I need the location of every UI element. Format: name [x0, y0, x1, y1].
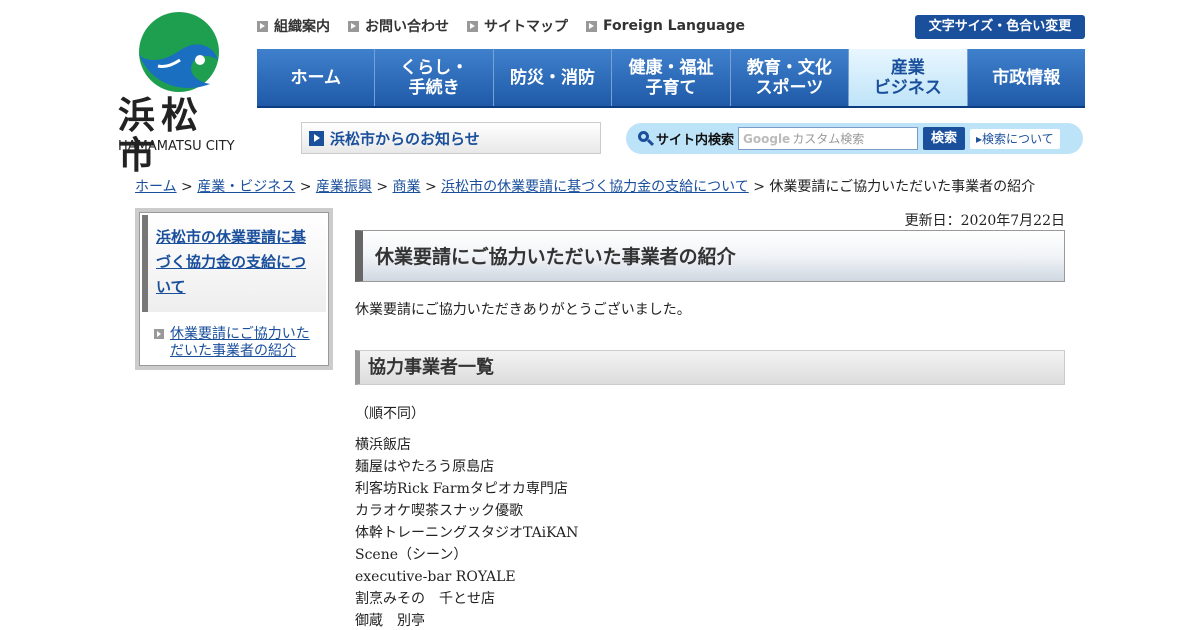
- breadcrumb-link-support[interactable]: 浜松市の休業要請に基づく協力金の支給について: [441, 179, 749, 195]
- site-search: サイト内検索 Google カスタム検索 検索 ▸検索について: [626, 123, 1083, 154]
- breadcrumb-current: 休業要請にご協力いただいた事業者の紹介: [769, 179, 1036, 195]
- search-button[interactable]: 検索: [923, 127, 966, 150]
- sidebar-title: 浜松市の休業要請に基づく協力金の支給について: [142, 215, 326, 312]
- list-item: 利客坊Rick Farmタピオカ専門店: [355, 481, 568, 497]
- list-item: カラオケ喫茶スナック優歌: [355, 503, 523, 519]
- global-nav: ホーム くらし・ 手続き 防災・消防 健康・福祉 子育て 教育・文化 スポーツ …: [257, 49, 1085, 108]
- list-item: 御蔵 別亭: [355, 613, 425, 629]
- breadcrumb-link-promotion[interactable]: 産業振興: [316, 179, 372, 195]
- intro-text: 休業要請にご協力いただきありがとうございました。: [355, 302, 691, 318]
- page-title: 休業要請にご協力いただいた事業者の紹介: [355, 230, 1065, 282]
- list-item: 麺屋はやたろう原島店: [355, 459, 495, 475]
- breadcrumb-separator: >: [753, 179, 765, 195]
- google-mark: Google: [743, 131, 791, 146]
- city-emblem-icon: [139, 12, 219, 92]
- sidebar-item-label[interactable]: 休業要請にご協力いただいた事業者の紹介: [170, 326, 320, 360]
- arrow-right-icon: [467, 20, 478, 32]
- arrow-right-icon: [348, 20, 359, 32]
- list-item: Scene（シーン）: [355, 547, 468, 563]
- search-label: サイト内検索: [656, 133, 735, 148]
- nav-health[interactable]: 健康・福祉 子育て: [612, 49, 731, 106]
- breadcrumb-separator: >: [181, 179, 193, 195]
- utility-links: 組織案内 お問い合わせ サイトマップ Foreign Language: [257, 16, 745, 36]
- notice-link[interactable]: 浜松市からのお知らせ: [301, 122, 601, 154]
- search-icon: [638, 130, 655, 147]
- list-item: executive-bar ROYALE: [355, 569, 516, 585]
- arrow-right-icon: [154, 329, 164, 339]
- sidebar-item[interactable]: 休業要請にご協力いただいた事業者の紹介: [140, 314, 328, 360]
- search-input[interactable]: Google カスタム検索: [738, 127, 919, 150]
- sidebar-title-link[interactable]: 浜松市の休業要請に基づく協力金の支給について: [156, 228, 306, 296]
- breadcrumb-separator: >: [424, 179, 437, 195]
- notice-label: 浜松市からのお知らせ: [330, 129, 480, 148]
- breadcrumb-separator: >: [376, 179, 389, 195]
- arrow-right-icon: [309, 130, 324, 146]
- order-note: （順不同）: [355, 406, 425, 422]
- breadcrumb-link-business[interactable]: 産業・ビジネス: [197, 179, 295, 195]
- breadcrumb-separator: >: [299, 179, 312, 195]
- city-name-english: HAMAMATSU CITY: [118, 139, 235, 154]
- util-link-label: 組織案内: [274, 19, 330, 35]
- section-title: 協力事業者一覧: [355, 350, 1065, 385]
- nav-education[interactable]: 教育・文化 スポーツ: [730, 49, 850, 106]
- util-link-contact[interactable]: お問い合わせ: [348, 16, 449, 36]
- nav-disaster[interactable]: 防災・消防: [493, 49, 613, 106]
- util-link-foreign-language[interactable]: Foreign Language: [586, 16, 745, 36]
- arrow-right-icon: [586, 20, 597, 32]
- nav-home[interactable]: ホーム: [257, 49, 376, 106]
- util-link-sitemap[interactable]: サイトマップ: [467, 16, 568, 36]
- arrow-right-icon: [257, 20, 268, 32]
- updated-date: 更新日：2020年7月22日: [904, 213, 1065, 229]
- search-about-link[interactable]: ▸検索について: [970, 128, 1060, 149]
- list-item: 横浜飯店: [355, 437, 411, 453]
- search-about-label: 検索について: [982, 131, 1054, 146]
- nav-living[interactable]: くらし・ 手続き: [375, 49, 494, 106]
- list-item: 体幹トレーニングスタジオTAiKAN: [355, 525, 579, 541]
- util-link-label: お問い合わせ: [365, 19, 449, 35]
- breadcrumb-link-commerce[interactable]: 商業: [393, 179, 421, 195]
- business-list: 横浜飯店 麺屋はやたろう原島店 利客坊Rick Farmタピオカ専門店 カラオケ…: [355, 434, 578, 630]
- font-size-color-button[interactable]: 文字サイズ・色合い変更: [915, 15, 1085, 39]
- util-link-label: サイトマップ: [484, 19, 568, 35]
- nav-business[interactable]: 産業 ビジネス: [849, 49, 968, 106]
- city-logo[interactable]: 浜松市 HAMAMATSU CITY: [118, 10, 240, 176]
- util-link-label: Foreign Language: [603, 18, 745, 34]
- breadcrumb-link-home[interactable]: ホーム: [135, 179, 177, 195]
- city-name: 浜松市: [118, 94, 204, 177]
- util-link-organization[interactable]: 組織案内: [257, 16, 330, 36]
- list-item: 割烹みその 千とせ店: [355, 591, 495, 607]
- breadcrumb: ホーム > 産業・ビジネス > 産業振興 > 商業 > 浜松市の休業要請に基づく…: [135, 176, 1035, 196]
- sidebar: 浜松市の休業要請に基づく協力金の支給について 休業要請にご協力いただいた事業者の…: [135, 208, 333, 370]
- search-placeholder: カスタム検索: [792, 132, 865, 146]
- nav-city-info[interactable]: 市政情報: [967, 49, 1085, 106]
